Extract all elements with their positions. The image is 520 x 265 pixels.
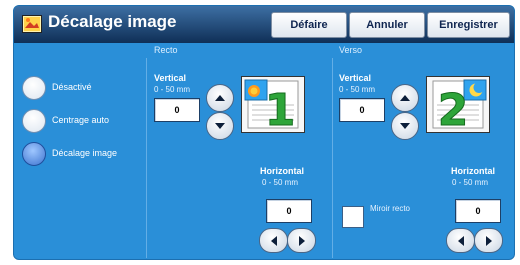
front-vertical-range: 0 - 50 mm: [154, 85, 191, 94]
back-horizontal-input[interactable]: 0: [455, 199, 501, 223]
down-arrow-icon: [400, 123, 410, 129]
back-vertical-down-button[interactable]: [391, 112, 419, 140]
svg-text:2: 2: [438, 85, 469, 132]
front-horizontal-left-button[interactable]: [259, 228, 288, 253]
option-auto-center-label: Centrage auto: [52, 115, 110, 125]
option-image-shift-radio[interactable]: [22, 142, 46, 166]
back-horizontal-left-button[interactable]: [446, 228, 475, 253]
option-off-label: Désactivé: [52, 82, 92, 92]
column-divider: [146, 58, 147, 258]
front-page-preview: 1: [241, 76, 305, 137]
mirror-front-checkbox[interactable]: [342, 206, 364, 228]
back-horizontal-label: Horizontal: [451, 166, 495, 176]
image-shift-icon: [22, 15, 42, 33]
mirror-front-label: Miroir recto: [370, 204, 411, 213]
up-arrow-icon: [215, 95, 225, 101]
option-off-radio[interactable]: [22, 76, 46, 100]
back-vertical-input[interactable]: 0: [339, 98, 385, 122]
back-vertical-label: Vertical: [339, 73, 372, 83]
column-divider: [332, 58, 333, 258]
option-image-shift-label: Décalage image: [52, 148, 118, 158]
front-horizontal-input[interactable]: 0: [266, 199, 312, 223]
svg-text:1: 1: [265, 85, 296, 132]
front-vertical-input[interactable]: 0: [154, 98, 200, 122]
back-vertical-range: 0 - 50 mm: [339, 85, 376, 94]
page-two-icon: 2: [432, 79, 487, 137]
left-arrow-icon: [457, 235, 464, 246]
undo-button[interactable]: Défaire: [271, 12, 347, 38]
back-horizontal-right-button[interactable]: [474, 228, 503, 253]
front-vertical-label: Vertical: [154, 73, 187, 83]
front-vertical-down-button[interactable]: [206, 112, 234, 140]
front-horizontal-label: Horizontal: [260, 166, 304, 176]
save-button[interactable]: Enregistrer: [427, 12, 510, 38]
sun-icon: [248, 85, 260, 97]
left-arrow-icon: [270, 235, 277, 246]
front-column-label: Recto: [154, 45, 178, 55]
title-bar: Décalage image Défaire Annuler Enregistr…: [14, 6, 514, 43]
down-arrow-icon: [215, 123, 225, 129]
back-column-label: Verso: [339, 45, 363, 55]
back-horizontal-range: 0 - 50 mm: [452, 178, 489, 187]
front-horizontal-right-button[interactable]: [287, 228, 316, 253]
option-auto-center-radio[interactable]: [22, 109, 46, 133]
page-title: Décalage image: [48, 12, 177, 31]
back-vertical-up-button[interactable]: [391, 84, 419, 112]
up-arrow-icon: [400, 95, 410, 101]
front-horizontal-range: 0 - 50 mm: [262, 178, 299, 187]
screen-frame: Décalage image Défaire Annuler Enregistr…: [0, 0, 520, 265]
right-arrow-icon: [298, 235, 305, 246]
front-vertical-up-button[interactable]: [206, 84, 234, 112]
image-shift-panel: Décalage image Défaire Annuler Enregistr…: [13, 5, 515, 260]
cancel-button[interactable]: Annuler: [349, 12, 425, 38]
right-arrow-icon: [485, 235, 492, 246]
back-page-preview: 2: [426, 76, 490, 137]
page-one-icon: 1: [244, 79, 299, 137]
